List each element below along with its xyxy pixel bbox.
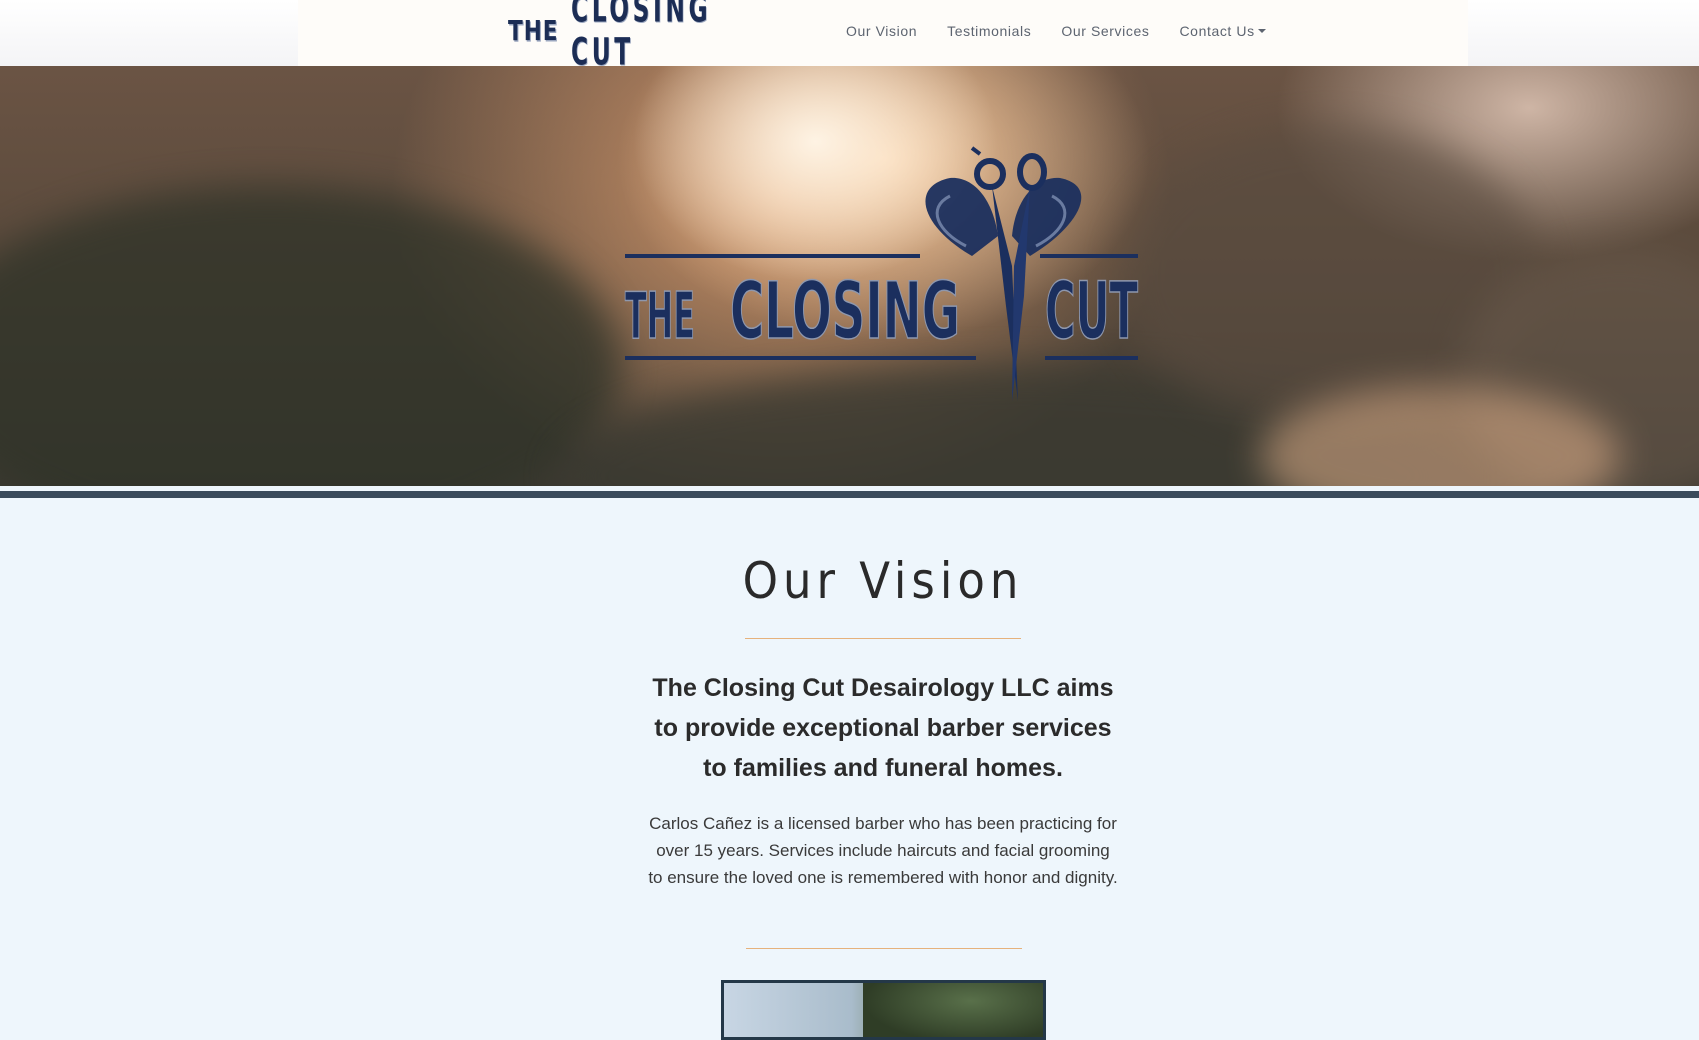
hero-logo: THE CLOSING CUT <box>624 146 1139 401</box>
vision-lead: The Closing Cut Desairology LLC aims to … <box>652 674 1114 782</box>
hero-logo-closing: CLOSING <box>730 267 960 357</box>
hero-logo-the: THE <box>625 280 695 354</box>
body-divider <box>746 948 1022 949</box>
nav-logo-name: CLOSING CUT <box>570 0 711 75</box>
nav-logo[interactable]: THE CLOSING CUT <box>508 0 748 74</box>
vision-photo <box>721 980 1046 1040</box>
photo-trees <box>863 983 1043 1037</box>
nav-link-testimonials[interactable]: Testimonials <box>947 23 1031 39</box>
cloud-shape <box>0 186 620 486</box>
nav-link-our-services[interactable]: Our Services <box>1061 23 1149 39</box>
vision-body: Carlos Cañez is a licensed barber who ha… <box>648 814 1118 887</box>
hero-divider-bar <box>0 491 1699 498</box>
section-title-our-vision: Our Vision <box>742 552 1024 610</box>
hero-divider <box>0 486 1699 499</box>
hero-banner: THE CLOSING CUT <box>0 66 1699 486</box>
nav-logo-the: THE <box>508 14 559 48</box>
title-divider <box>745 638 1021 639</box>
site-header: THE CLOSING CUT Our Vision Testimonials … <box>0 0 1699 74</box>
nav-link-contact-us-label: Contact Us <box>1179 22 1255 39</box>
caret-down-icon <box>1257 28 1266 33</box>
nav-link-contact-us[interactable]: Contact Us <box>1179 22 1266 39</box>
main-nav: Our Vision Testimonials Our Services Con… <box>846 0 1266 61</box>
nav-link-our-vision[interactable]: Our Vision <box>846 23 917 39</box>
hero-logo-cut: CUT <box>1045 267 1138 357</box>
